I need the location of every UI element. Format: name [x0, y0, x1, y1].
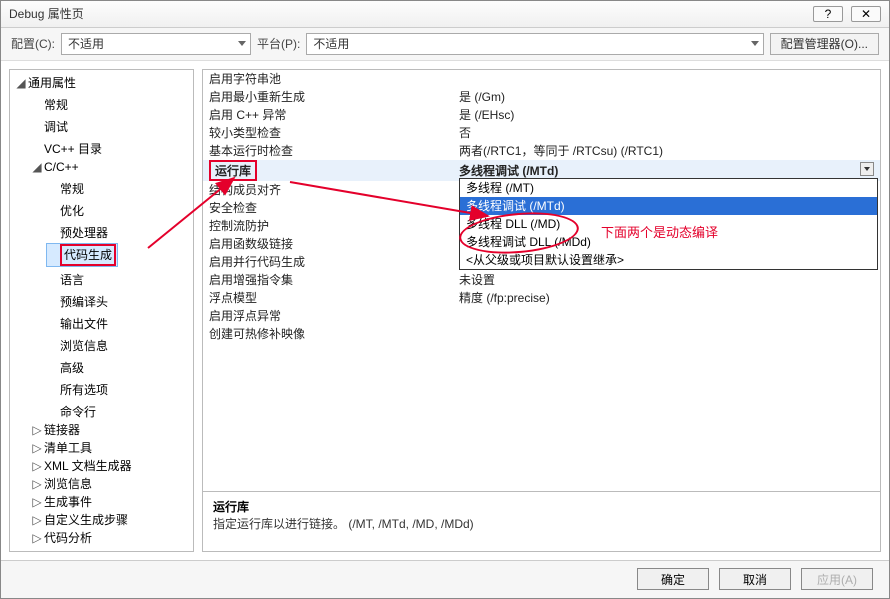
tree-item-cpp-all[interactable]: 所有选项 [46, 381, 110, 399]
property-page-window: Debug 属性页 ? ✕ 配置(C): 不适用 平台(P): 不适用 配置管理… [0, 0, 890, 599]
tree-item-general[interactable]: 常规 [30, 96, 70, 114]
config-label: 配置(C): [11, 35, 55, 52]
grid-row[interactable]: 启用浮点异常 [203, 307, 880, 325]
window-title: Debug 属性页 [9, 5, 84, 22]
grid-row[interactable]: 基本运行时检查两者(/RTC1，等同于 /RTCsu) (/RTC1) [203, 142, 880, 160]
right-panel: 启用字符串池 启用最小重新生成是 (/Gm) 启用 C++ 异常是 (/EHsc… [202, 69, 881, 552]
tree-item-cpp[interactable]: ◢C/C++ [30, 158, 81, 176]
body: ◢通用属性 常规 调试 VC++ 目录 ◢C/C++ 常规 优化 预处理器 代码… [1, 61, 889, 560]
tree-item-cpp-preproc[interactable]: 预处理器 [46, 224, 110, 242]
platform-select[interactable]: 不适用 [306, 33, 763, 55]
tree-item-vcdirs[interactable]: VC++ 目录 [30, 140, 104, 158]
tree-item-manifest[interactable]: ▷清单工具 [30, 439, 94, 457]
grid-row[interactable]: 启用增强指令集未设置 [203, 271, 880, 289]
tree-item-cpp-cmdline[interactable]: 命令行 [46, 403, 98, 421]
config-bar: 配置(C): 不适用 平台(P): 不适用 配置管理器(O)... [1, 28, 889, 61]
ok-button[interactable]: 确定 [637, 568, 709, 590]
tree-item-cpp-optimize[interactable]: 优化 [46, 202, 86, 220]
desc-body: 指定运行库以进行链接。 (/MT, /MTd, /MD, /MDd) [213, 515, 870, 532]
description-panel: 运行库 指定运行库以进行链接。 (/MT, /MTd, /MD, /MDd) [203, 491, 880, 551]
grid-row[interactable]: 启用 C++ 异常是 (/EHsc) [203, 106, 880, 124]
tree-item-debug[interactable]: 调试 [30, 118, 70, 136]
tree: ◢通用属性 常规 调试 VC++ 目录 ◢C/C++ 常规 优化 预处理器 代码… [10, 74, 193, 547]
tree-item-cpp-advanced[interactable]: 高级 [46, 359, 86, 377]
window-controls: ? ✕ [813, 6, 881, 22]
button-bar: 确定 取消 应用(A) [1, 560, 889, 598]
apply-button[interactable]: 应用(A) [801, 568, 873, 590]
grid-row[interactable]: 创建可热修补映像 [203, 325, 880, 343]
config-manager-button[interactable]: 配置管理器(O)... [770, 33, 879, 55]
chevron-down-icon [238, 41, 246, 46]
annotation-text: 下面两个是动态编译 [601, 222, 718, 241]
config-select[interactable]: 不适用 [61, 33, 251, 55]
tree-item-custombuild[interactable]: ▷自定义生成步骤 [30, 511, 130, 529]
help-button[interactable]: ? [813, 6, 843, 22]
tree-item-browse[interactable]: ▷浏览信息 [30, 475, 94, 493]
tree-root[interactable]: ◢通用属性 [14, 74, 78, 92]
tree-item-cpp-general[interactable]: 常规 [46, 180, 86, 198]
tree-item-cpp-pch[interactable]: 预编译头 [46, 293, 110, 311]
tree-item-cpp-browse[interactable]: 浏览信息 [46, 337, 110, 355]
tree-item-buildevt[interactable]: ▷生成事件 [30, 493, 94, 511]
close-button[interactable]: ✕ [851, 6, 881, 22]
chevron-down-icon [751, 41, 759, 46]
platform-label: 平台(P): [257, 35, 300, 52]
tree-item-cpp-codegen[interactable]: 代码生成 [46, 243, 118, 267]
desc-title: 运行库 [213, 498, 870, 515]
tree-item-cpp-lang[interactable]: 语言 [46, 271, 86, 289]
dropdown-arrow-icon[interactable] [860, 162, 874, 176]
cancel-button[interactable]: 取消 [719, 568, 791, 590]
dropdown-option-mt[interactable]: 多线程 (/MT) [460, 179, 877, 197]
grid-row[interactable]: 浮点模型精度 (/fp:precise) [203, 289, 880, 307]
titlebar: Debug 属性页 ? ✕ [1, 1, 889, 28]
grid-row[interactable]: 启用字符串池 [203, 70, 880, 88]
tree-item-codeanalysis[interactable]: ▷代码分析 [30, 529, 94, 547]
dropdown-option-inherit[interactable]: <从父级或项目默认设置继承> [460, 251, 877, 269]
grid-row[interactable]: 较小类型检查否 [203, 124, 880, 142]
grid-row[interactable]: 启用最小重新生成是 (/Gm) [203, 88, 880, 106]
runtime-lib-label: 运行库 [209, 160, 257, 181]
tree-item-xmldoc[interactable]: ▷XML 文档生成器 [30, 457, 134, 475]
property-grid: 启用字符串池 启用最小重新生成是 (/Gm) 启用 C++ 异常是 (/EHsc… [203, 70, 880, 491]
tree-item-linker[interactable]: ▷链接器 [30, 421, 82, 439]
tree-item-cpp-output[interactable]: 输出文件 [46, 315, 110, 333]
tree-panel: ◢通用属性 常规 调试 VC++ 目录 ◢C/C++ 常规 优化 预处理器 代码… [9, 69, 194, 552]
